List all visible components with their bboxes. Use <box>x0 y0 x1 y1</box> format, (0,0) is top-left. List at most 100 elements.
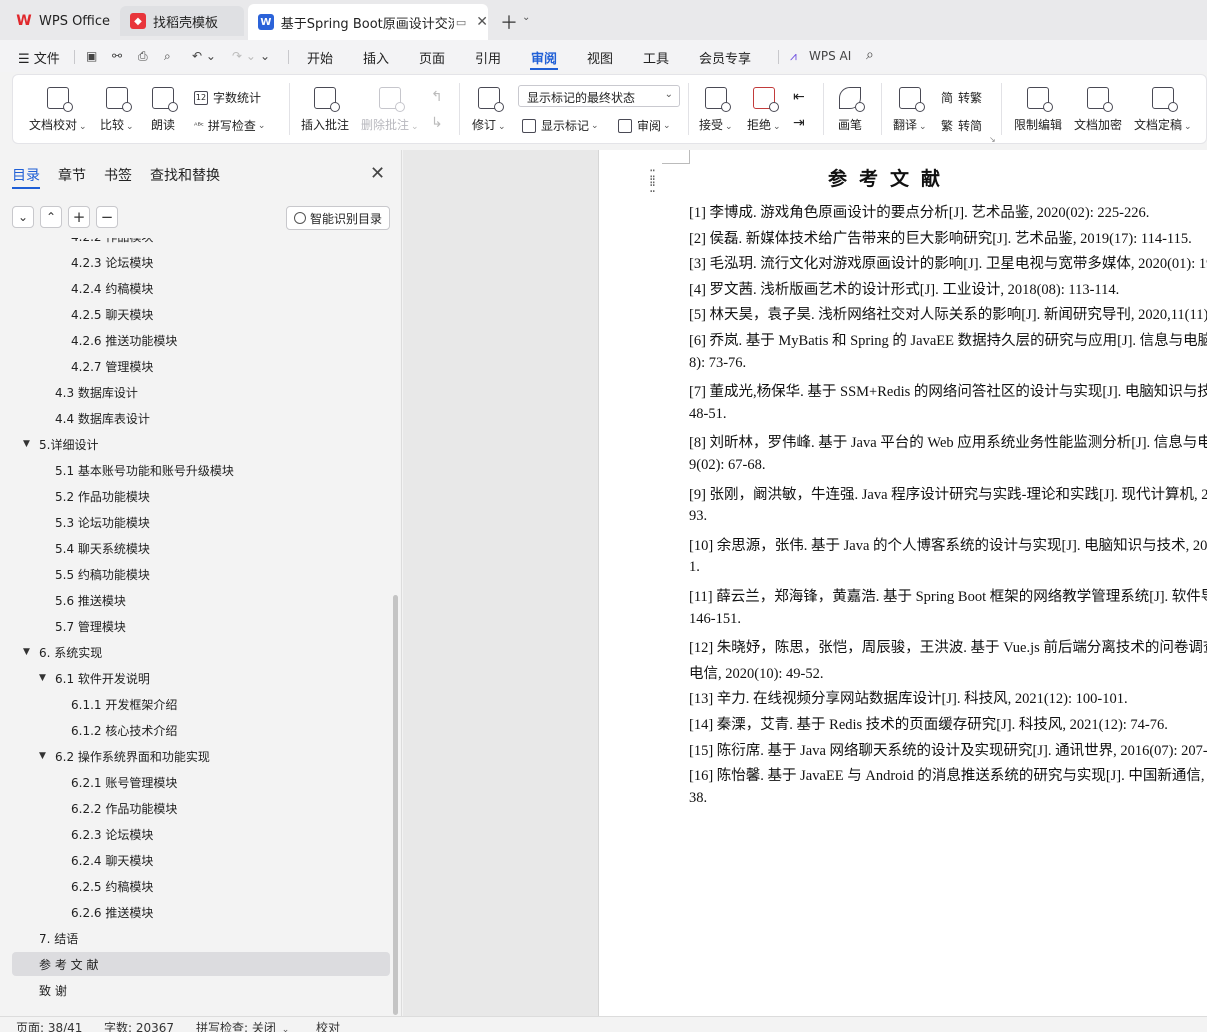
scrollbar[interactable] <box>393 595 398 1015</box>
menu-review[interactable]: 审阅 <box>531 48 557 67</box>
expand-triangle-icon[interactable]: ▼ <box>39 751 46 761</box>
toc-item[interactable]: 5.2 作品功能模块 <box>12 484 390 508</box>
more-icon[interactable]: ⌄ <box>260 49 270 63</box>
toc-item[interactable]: 6.2.2 作品功能模块 <box>12 796 390 820</box>
review-pane-button[interactable]: 审阅 ⌄ <box>618 117 671 134</box>
toc-item[interactable]: ▼ 6.1 软件开发说明 <box>12 666 390 690</box>
restrict-edit-button[interactable]: 限制编辑 <box>1014 87 1062 133</box>
previous-change-icon[interactable]: ⇤ <box>793 89 805 105</box>
insert-comment-button[interactable]: 插入批注 <box>301 87 349 133</box>
toc-item[interactable]: 4.3 数据库设计 <box>12 380 390 404</box>
tab-sections[interactable]: 章节 <box>58 165 86 185</box>
next-change-icon[interactable]: ⇥ <box>793 115 805 131</box>
remove-heading-button[interactable]: − <box>96 206 118 228</box>
toc-item[interactable]: ▼ 5.详细设计 <box>12 432 390 456</box>
spell-check-status[interactable]: 拼写检查: 关闭 ⌄ <box>196 1019 289 1032</box>
new-tab-button[interactable]: ＋ <box>500 9 518 35</box>
translate-button[interactable]: 翻译 ⌄ <box>893 87 927 133</box>
expand-triangle-icon[interactable]: ▼ <box>39 673 46 683</box>
redo-icon[interactable]: ↷ ⌄ <box>232 49 256 63</box>
toc-item[interactable]: 4.2.6 推送功能模块 <box>12 328 390 352</box>
wps-ai-button[interactable]: WPS AI <box>809 49 851 63</box>
toc-item[interactable]: 6.2.5 约稿模块 <box>12 874 390 898</box>
show-markup-button[interactable]: 显示标记 ⌄ <box>522 117 599 134</box>
tab-bookmarks[interactable]: 书签 <box>104 165 132 185</box>
toc-item[interactable]: 5.1 基本账号功能和账号升级模块 <box>12 458 390 482</box>
toc-item[interactable]: 5.4 聊天系统模块 <box>12 536 390 560</box>
menu-page[interactable]: 页面 <box>419 48 445 67</box>
expand-triangle-icon[interactable]: ▼ <box>23 439 30 449</box>
track-changes-button[interactable]: 修订 ⌄ <box>472 87 506 133</box>
compare-button[interactable]: 比较 ⌄ <box>100 87 134 133</box>
toc-item[interactable]: 5.6 推送模块 <box>12 588 390 612</box>
chevron-down-icon[interactable]: ⌄ <box>522 12 530 23</box>
toc-item[interactable]: 参 考 文 献 <box>12 952 390 976</box>
close-icon[interactable]: ✕ <box>370 163 385 184</box>
share-icon[interactable]: ⚯ <box>112 49 122 63</box>
undo-icon[interactable]: ↶ ⌄ <box>192 49 216 63</box>
toc-item[interactable]: 4.2.2 作品模块 <box>12 238 390 248</box>
menu-view[interactable]: 视图 <box>587 48 613 67</box>
expand-triangle-icon[interactable]: ▼ <box>23 647 30 657</box>
tab-toc[interactable]: 目录 <box>12 165 40 185</box>
toc-item[interactable]: 4.2.7 管理模块 <box>12 354 390 378</box>
toc-item[interactable]: 4.2.3 论坛模块 <box>12 250 390 274</box>
toc-item[interactable]: 5.5 约稿功能模块 <box>12 562 390 586</box>
toc-item[interactable]: 致 谢 <box>12 978 390 1002</box>
file-menu[interactable]: ☰ 文件 <box>18 48 60 67</box>
print-preview-icon[interactable]: ⌕ <box>164 49 171 64</box>
encrypt-button[interactable]: 文档加密 <box>1074 87 1122 133</box>
collapse-all-button[interactable]: ⌃ <box>40 206 62 228</box>
toc-item[interactable]: ▼ 6.2 操作系统界面和功能实现 <box>12 744 390 768</box>
search-icon[interactable]: ⌕ <box>866 47 874 63</box>
toc-item[interactable]: 5.7 管理模块 <box>12 614 390 638</box>
float-window-icon[interactable]: ▭ <box>456 16 466 29</box>
previous-comment-icon[interactable]: ↰ <box>431 89 443 105</box>
toc-item[interactable]: 6.2.3 论坛模块 <box>12 822 390 846</box>
menu-references[interactable]: 引用 <box>475 48 501 67</box>
spell-check-button[interactable]: ᴬᴮᶜ 拼写检查 ⌄ <box>194 117 265 134</box>
word-count-indicator[interactable]: 字数: 20367 <box>104 1019 174 1032</box>
next-comment-icon[interactable]: ↳ <box>431 115 443 131</box>
to-traditional-button[interactable]: 简 转繁 <box>941 89 982 106</box>
close-tab-icon[interactable]: ✕ <box>476 14 488 30</box>
page-indicator[interactable]: 页面: 38/41 <box>16 1019 82 1032</box>
proofread-status[interactable]: 校对 <box>316 1019 340 1032</box>
tab-document[interactable]: W 基于Spring Boot原画设计交流 ▭ ✕ <box>248 4 488 40</box>
delete-comment-button[interactable]: 删除批注 ⌄ <box>361 87 419 133</box>
menu-tools[interactable]: 工具 <box>643 48 669 67</box>
toc-item[interactable]: 6.2.1 账号管理模块 <box>12 770 390 794</box>
accept-button[interactable]: 接受 ⌄ <box>699 87 733 133</box>
pen-button[interactable]: 画笔 <box>838 87 865 133</box>
drag-handle-icon[interactable]: ⁚⁚ ⁚⁚ ⁚⁚ <box>649 169 656 195</box>
reject-button[interactable]: 拒绝 ⌄ <box>747 87 781 133</box>
toc-item[interactable]: 4.2.4 约稿模块 <box>12 276 390 300</box>
print-icon[interactable]: ⎙ <box>138 49 148 64</box>
expand-all-button[interactable]: ⌄ <box>12 206 34 228</box>
toc-item[interactable]: 7. 结语 <box>12 926 390 950</box>
markup-state-select[interactable]: 显示标记的最终状态 ⌄ <box>518 85 680 107</box>
menu-membership[interactable]: 会员专享 <box>699 48 751 67</box>
tab-find-replace[interactable]: 查找和替换 <box>150 165 220 185</box>
save-icon[interactable]: ▣ <box>86 49 97 63</box>
menu-insert[interactable]: 插入 <box>363 48 389 67</box>
tab-wps-office[interactable]: W WPS Office <box>6 6 114 36</box>
menu-home[interactable]: 开始 <box>307 48 333 67</box>
toc-item[interactable]: 5.3 论坛功能模块 <box>12 510 390 534</box>
toc-item[interactable]: 6.1.2 核心技术介绍 <box>12 718 390 742</box>
tab-template-store[interactable]: ◆ 找稻壳模板 <box>120 6 244 36</box>
toc-item[interactable]: 6.2.4 聊天模块 <box>12 848 390 872</box>
finalize-button[interactable]: 文档定稿 ⌄ <box>1134 87 1192 133</box>
smart-toc-button[interactable]: 智能识别目录 <box>286 206 390 230</box>
toc-item[interactable]: 6.1.1 开发框架介绍 <box>12 692 390 716</box>
to-simplified-button[interactable]: 繁 转简 <box>941 117 982 134</box>
toc-item[interactable]: 4.2.5 聊天模块 <box>12 302 390 326</box>
read-aloud-button[interactable]: 朗读 <box>151 87 178 133</box>
doc-check-button[interactable]: 文档校对 ⌄ <box>29 87 87 133</box>
toc-item[interactable]: 4.4 数据库表设计 <box>12 406 390 430</box>
word-count-button[interactable]: 12 字数统计 <box>194 89 261 106</box>
add-heading-button[interactable]: + <box>68 206 90 228</box>
toc-item[interactable]: ▼ 6. 系统实现 <box>12 640 390 664</box>
toc-item[interactable]: 6.2.6 推送模块 <box>12 900 390 924</box>
expand-group-icon[interactable]: ↘ <box>989 135 996 144</box>
